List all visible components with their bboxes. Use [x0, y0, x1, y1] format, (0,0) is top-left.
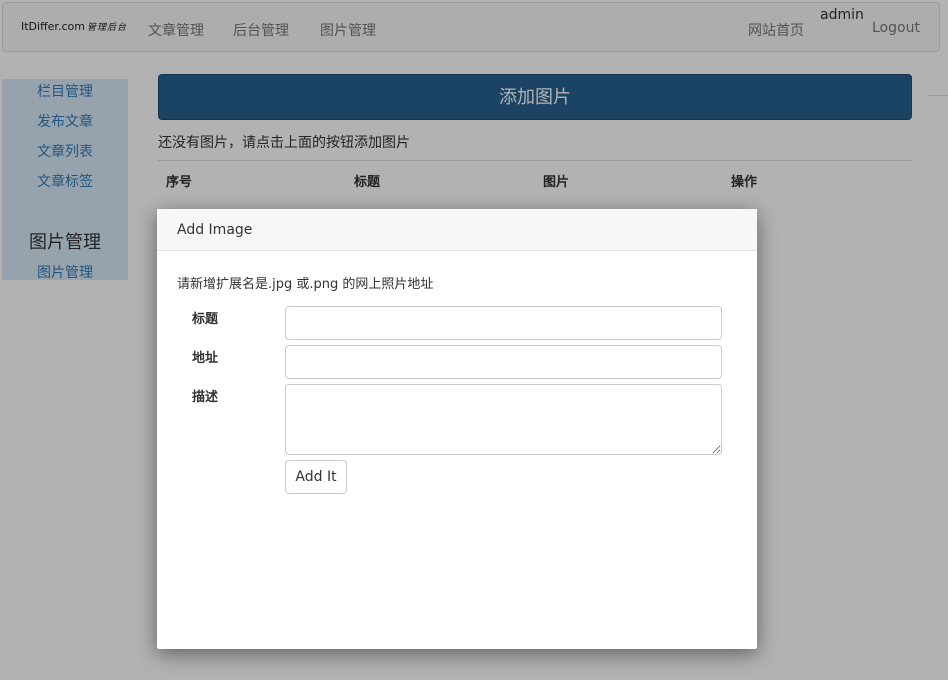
add-it-button[interactable]: Add It: [285, 460, 347, 494]
modal-hint: 请新增扩展名是.jpg 或.png 的网上照片地址: [177, 277, 434, 292]
page: ItDiffer.com 管理后台 文章管理 后台管理 图片管理 网站首页 adm…: [0, 0, 948, 680]
description-label: 描述: [192, 390, 219, 405]
description-textarea[interactable]: [285, 384, 722, 455]
url-input[interactable]: [285, 345, 722, 379]
modal-header: Add Image: [157, 209, 757, 251]
modal-title: Add Image: [177, 222, 253, 238]
title-label: 标题: [192, 312, 219, 327]
add-image-modal: Add Image 请新增扩展名是.jpg 或.png 的网上照片地址 标题 地…: [157, 209, 757, 649]
url-label: 地址: [192, 351, 219, 366]
title-input[interactable]: [285, 306, 722, 340]
